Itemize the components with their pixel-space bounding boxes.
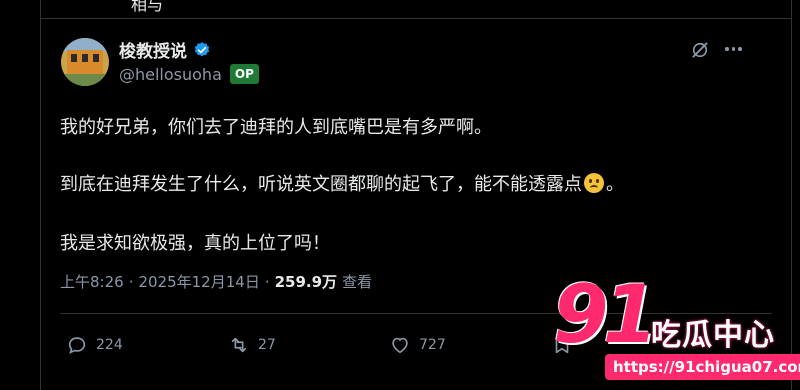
grok-icon[interactable] <box>690 40 710 60</box>
repost-count: 27 <box>258 337 276 353</box>
verified-badge-icon <box>194 41 210 56</box>
top-divider <box>41 18 791 19</box>
like-count: 727 <box>419 337 446 353</box>
post-date[interactable]: 2025年12月14日 <box>138 271 259 292</box>
worried-face-emoji-icon <box>584 173 604 193</box>
post-text-line-3: 我是求知欲极强，真的上位了吗！ <box>60 233 330 254</box>
author-handle[interactable]: @hellosuoha <box>119 65 222 84</box>
reply-button[interactable]: 224 <box>66 334 123 356</box>
repost-icon <box>231 337 247 353</box>
post-time[interactable]: 上午8:26 <box>60 271 124 292</box>
like-button[interactable]: 727 <box>389 334 446 356</box>
meta-separator: · <box>128 272 134 291</box>
previous-post-fragment: 相与 <box>131 0 164 14</box>
op-badge: OP <box>229 64 259 84</box>
author-handle-row: @hellosuoha OP <box>119 64 259 84</box>
post-text-line-2-text: 到底在迪拜发生了什么，听说英文圈都聊的起飞了，能不能透露点 <box>60 174 582 195</box>
post-text-line-2: 到底在迪拜发生了什么，听说英文圈都聊的起飞了，能不能透露点 。 <box>60 170 624 196</box>
post-meta: 上午8:26 · 2025年12月14日 · 259.9万 查看 <box>60 271 372 292</box>
site-watermark: 91 吃瓜中心 https://91chigua07.com <box>553 268 800 390</box>
view-label: 查看 <box>342 273 373 291</box>
avatar-photo-icon <box>61 38 109 86</box>
watermark-site-name: 吃瓜中心 <box>651 318 775 353</box>
avatar[interactable] <box>61 38 109 86</box>
post-text-line-2-end: 。 <box>606 174 624 195</box>
author-name-row: 梭教授说 <box>119 37 211 62</box>
watermark-logo-number: 91 <box>553 268 658 361</box>
more-options-icon[interactable] <box>725 47 742 51</box>
watermark-url: https://91chigua07.com <box>605 354 800 380</box>
view-count: 259.9万 <box>274 273 338 291</box>
reply-count: 224 <box>96 337 123 353</box>
post-text-line-1: 我的好兄弟，你们去了迪拜的人到底嘴巴是有多严啊。 <box>60 117 492 138</box>
meta-separator: · <box>264 272 270 291</box>
reply-icon <box>68 337 86 354</box>
heart-icon <box>392 337 408 354</box>
author-display-name[interactable]: 梭教授说 <box>119 37 187 62</box>
repost-button[interactable]: 27 <box>228 334 276 356</box>
